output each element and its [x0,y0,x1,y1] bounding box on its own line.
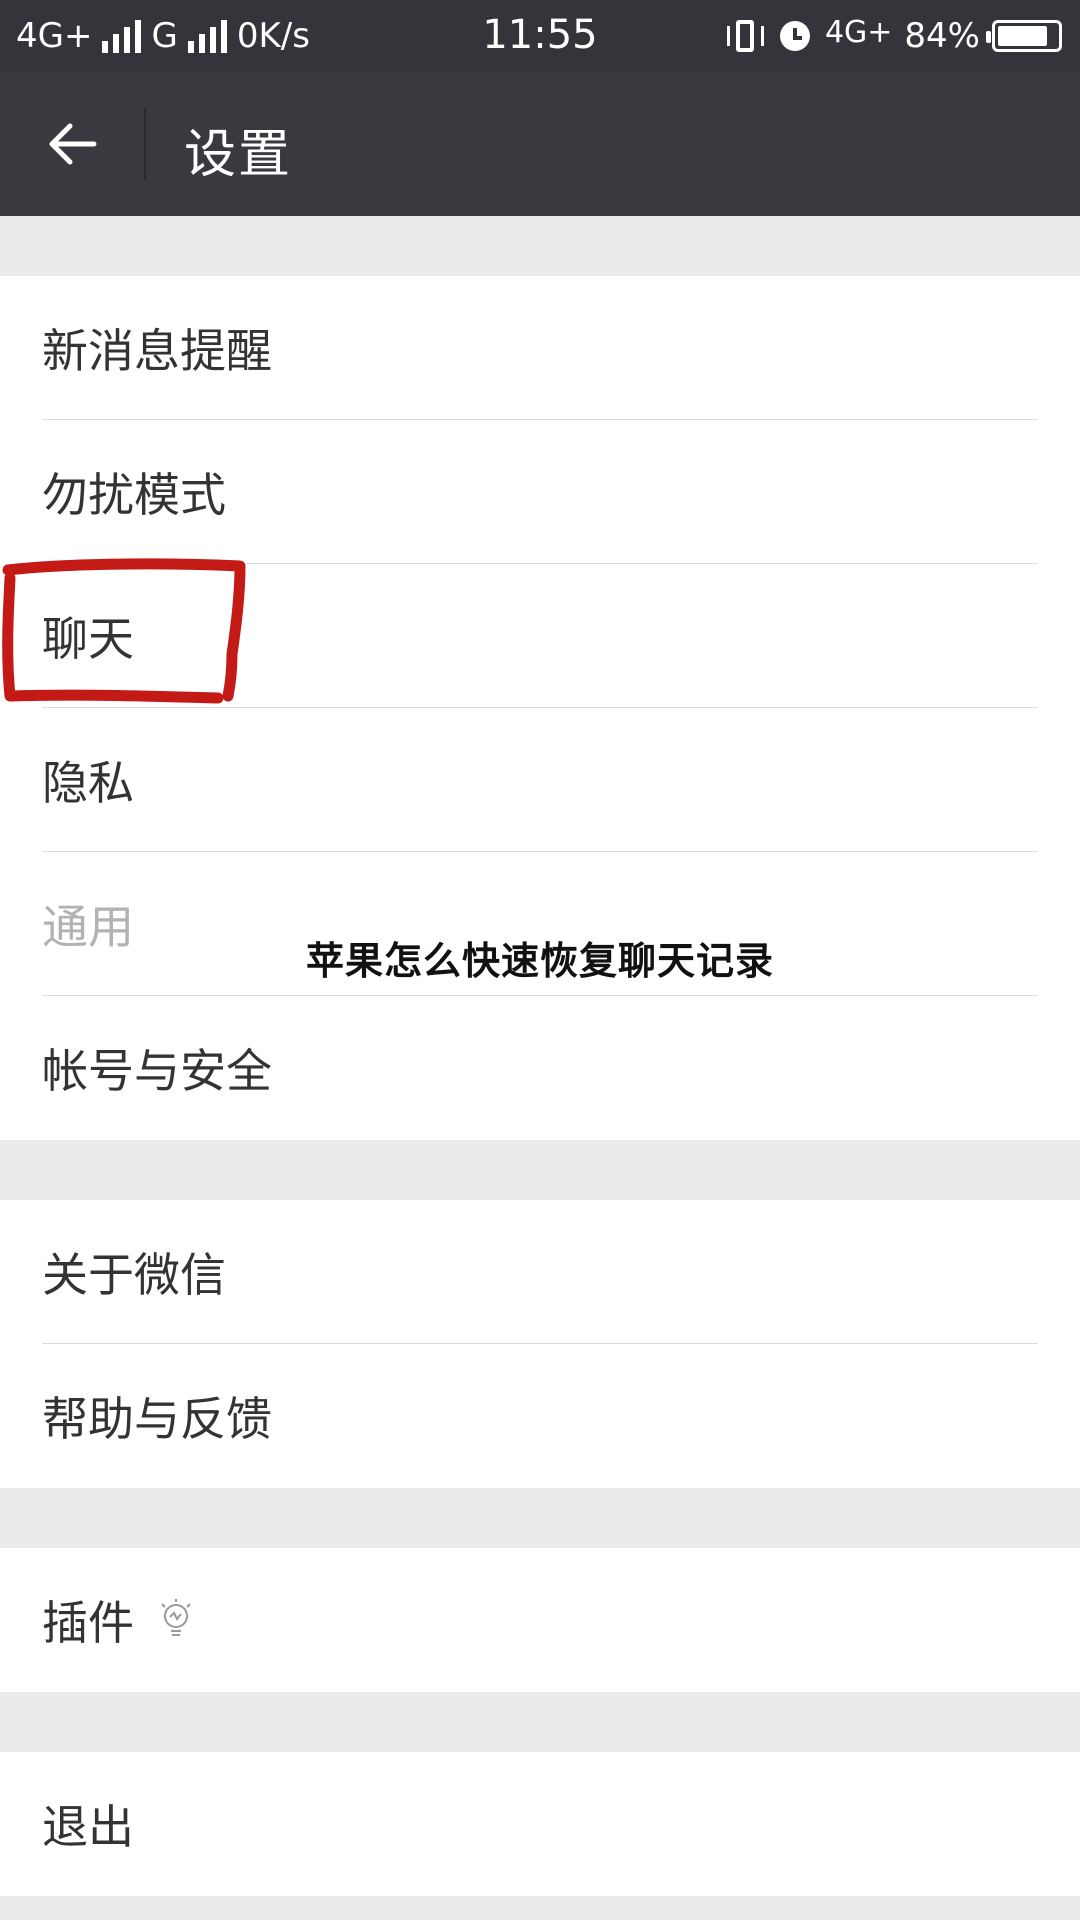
settings-item-new-message-alerts[interactable]: 新消息提醒 [0,276,1080,420]
settings-item-label: 插件 [42,1596,134,1650]
settings-screen: 4G+ G 0K/s 11:55 4G+ 84% 设置 新消息提醒 勿扰模式 聊… [0,0,1080,1920]
network-type-label-3: 4G+ [824,14,893,50]
settings-item-help-feedback[interactable]: 帮助与反馈 [0,1344,1080,1488]
settings-item-label: 新消息提醒 [42,324,272,378]
settings-group-about: 关于微信 帮助与反馈 [0,1200,1080,1488]
settings-item-label: 聊天 [42,612,134,666]
settings-item-privacy[interactable]: 隐私 [0,708,1080,852]
back-arrow-icon [49,123,97,165]
battery-icon [986,20,1062,52]
overlay-caption: 苹果怎么快速恢复聊天记录 [305,939,774,983]
settings-group-plugins: 插件 [0,1548,1080,1692]
settings-item-plugins[interactable]: 插件 [0,1548,1080,1692]
settings-item-label: 退出 [42,1800,134,1854]
settings-item-label: 勿扰模式 [42,468,226,522]
status-bar: 4G+ G 0K/s 11:55 4G+ 84% [0,0,1080,72]
back-button[interactable] [30,108,120,180]
lightbulb-icon [161,1599,191,1636]
settings-group-main: 新消息提醒 勿扰模式 聊天 隐私 通用 帐号与安全 [0,276,1080,1140]
alarm-icon [777,18,813,54]
status-right: 4G+ 84% [725,14,1062,58]
settings-item-do-not-disturb[interactable]: 勿扰模式 [0,420,1080,564]
settings-item-label: 关于微信 [42,1248,226,1302]
settings-item-label: 帐号与安全 [42,1044,272,1098]
settings-item-account-security[interactable]: 帐号与安全 [0,996,1080,1140]
settings-item-logout[interactable]: 退出 [0,1752,1080,1896]
page-title: 设置 [184,125,293,185]
settings-item-chat[interactable]: 聊天 [0,564,1080,708]
settings-item-about-wechat[interactable]: 关于微信 [0,1200,1080,1344]
title-bar: 设置 [0,72,1080,216]
settings-item-label: 帮助与反馈 [42,1392,272,1446]
title-divider [144,108,146,180]
settings-item-label: 隐私 [42,756,134,810]
vibrate-icon [725,18,765,54]
battery-percent: 84% [904,16,980,56]
settings-group-logout: 退出 [0,1752,1080,1896]
